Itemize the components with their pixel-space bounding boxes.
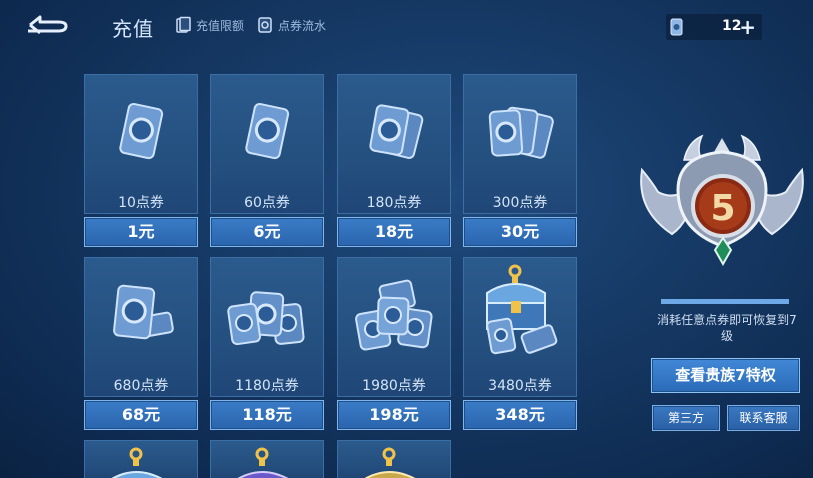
package-price-button[interactable]: 118元 (210, 400, 324, 430)
package-price-button[interactable]: 30元 (463, 217, 577, 247)
coupon-stack-icon (113, 284, 174, 340)
coupon-balance: 12 + (666, 14, 762, 40)
vip-medal-icon: 5 (640, 134, 804, 267)
vip-hint-text: 消耗任意点券即可恢复到7级 (657, 313, 797, 343)
package-card[interactable]: 1180点券 118元 (210, 257, 324, 430)
package-card[interactable] (210, 440, 324, 478)
package-quantity: 60点券 (244, 195, 290, 211)
third-party-button[interactable]: 第三方 (652, 405, 720, 431)
treasure-chest-icon (486, 264, 558, 355)
package-card[interactable] (337, 440, 451, 478)
package-card[interactable]: 180点券 18元 (337, 74, 451, 247)
package-quantity: 300点券 (492, 195, 548, 211)
package-price-button[interactable]: 6元 (210, 217, 324, 247)
gold-chest-icon (364, 447, 416, 478)
package-price-button[interactable]: 348元 (463, 400, 577, 430)
package-card[interactable]: 10点券 1元 (84, 74, 198, 247)
ticket-log-label: 点券流水 (278, 18, 327, 33)
package-card[interactable]: 680点券 68元 (84, 257, 198, 430)
recharge-limit-link[interactable]: 充值限额 (174, 16, 244, 34)
package-card[interactable]: 1980点券 198元 (337, 257, 451, 430)
coupon-pair-icon (369, 104, 424, 159)
package-quantity: 180点券 (366, 195, 422, 211)
ticket-log-icon (258, 17, 272, 33)
package-price-button[interactable]: 68元 (84, 400, 198, 430)
view-vip-privileges-button[interactable]: 查看贵族7特权 (651, 358, 800, 393)
package-quantity: 1980点券 (362, 378, 426, 394)
package-quantity: 10点券 (118, 195, 164, 211)
coupon-fan-icon (488, 106, 554, 159)
package-price-button[interactable]: 1元 (84, 217, 198, 247)
package-quantity: 680点券 (113, 378, 169, 394)
back-arrow-icon[interactable] (24, 12, 72, 38)
treasure-chest-icon (111, 447, 163, 478)
coupon-icon (670, 18, 683, 36)
package-card[interactable] (84, 440, 198, 478)
purple-chest-icon (237, 447, 289, 478)
card-limit-icon (176, 16, 191, 33)
package-card[interactable]: 60点券 6元 (210, 74, 324, 247)
coupon-single-icon (245, 102, 290, 160)
coupon-single-icon (119, 102, 164, 160)
vip-level-text: 5 (710, 188, 735, 229)
top-bar: 充值 充值限额 点券流水 12 + (0, 0, 813, 52)
coupon-pile-icon (227, 291, 305, 346)
ticket-log-link[interactable]: 点券流水 (256, 16, 326, 34)
package-quantity: 1180点券 (235, 378, 299, 394)
package-card[interactable]: 300点券 30元 (463, 74, 577, 247)
package-quantity: 3480点券 (488, 378, 552, 394)
vip-progress-fill (661, 299, 789, 304)
contact-service-button[interactable]: 联系客服 (727, 405, 800, 431)
package-price-button[interactable]: 18元 (337, 217, 451, 247)
coupon-heap-icon (355, 279, 433, 351)
add-coupon-button[interactable]: + (739, 16, 756, 38)
package-card[interactable]: 3480点券 348元 (463, 257, 577, 430)
page-title: 充值 (112, 17, 154, 41)
recharge-limit-label: 充值限额 (196, 18, 245, 33)
vip-progress-bar (661, 299, 789, 304)
package-price-button[interactable]: 198元 (337, 400, 451, 430)
